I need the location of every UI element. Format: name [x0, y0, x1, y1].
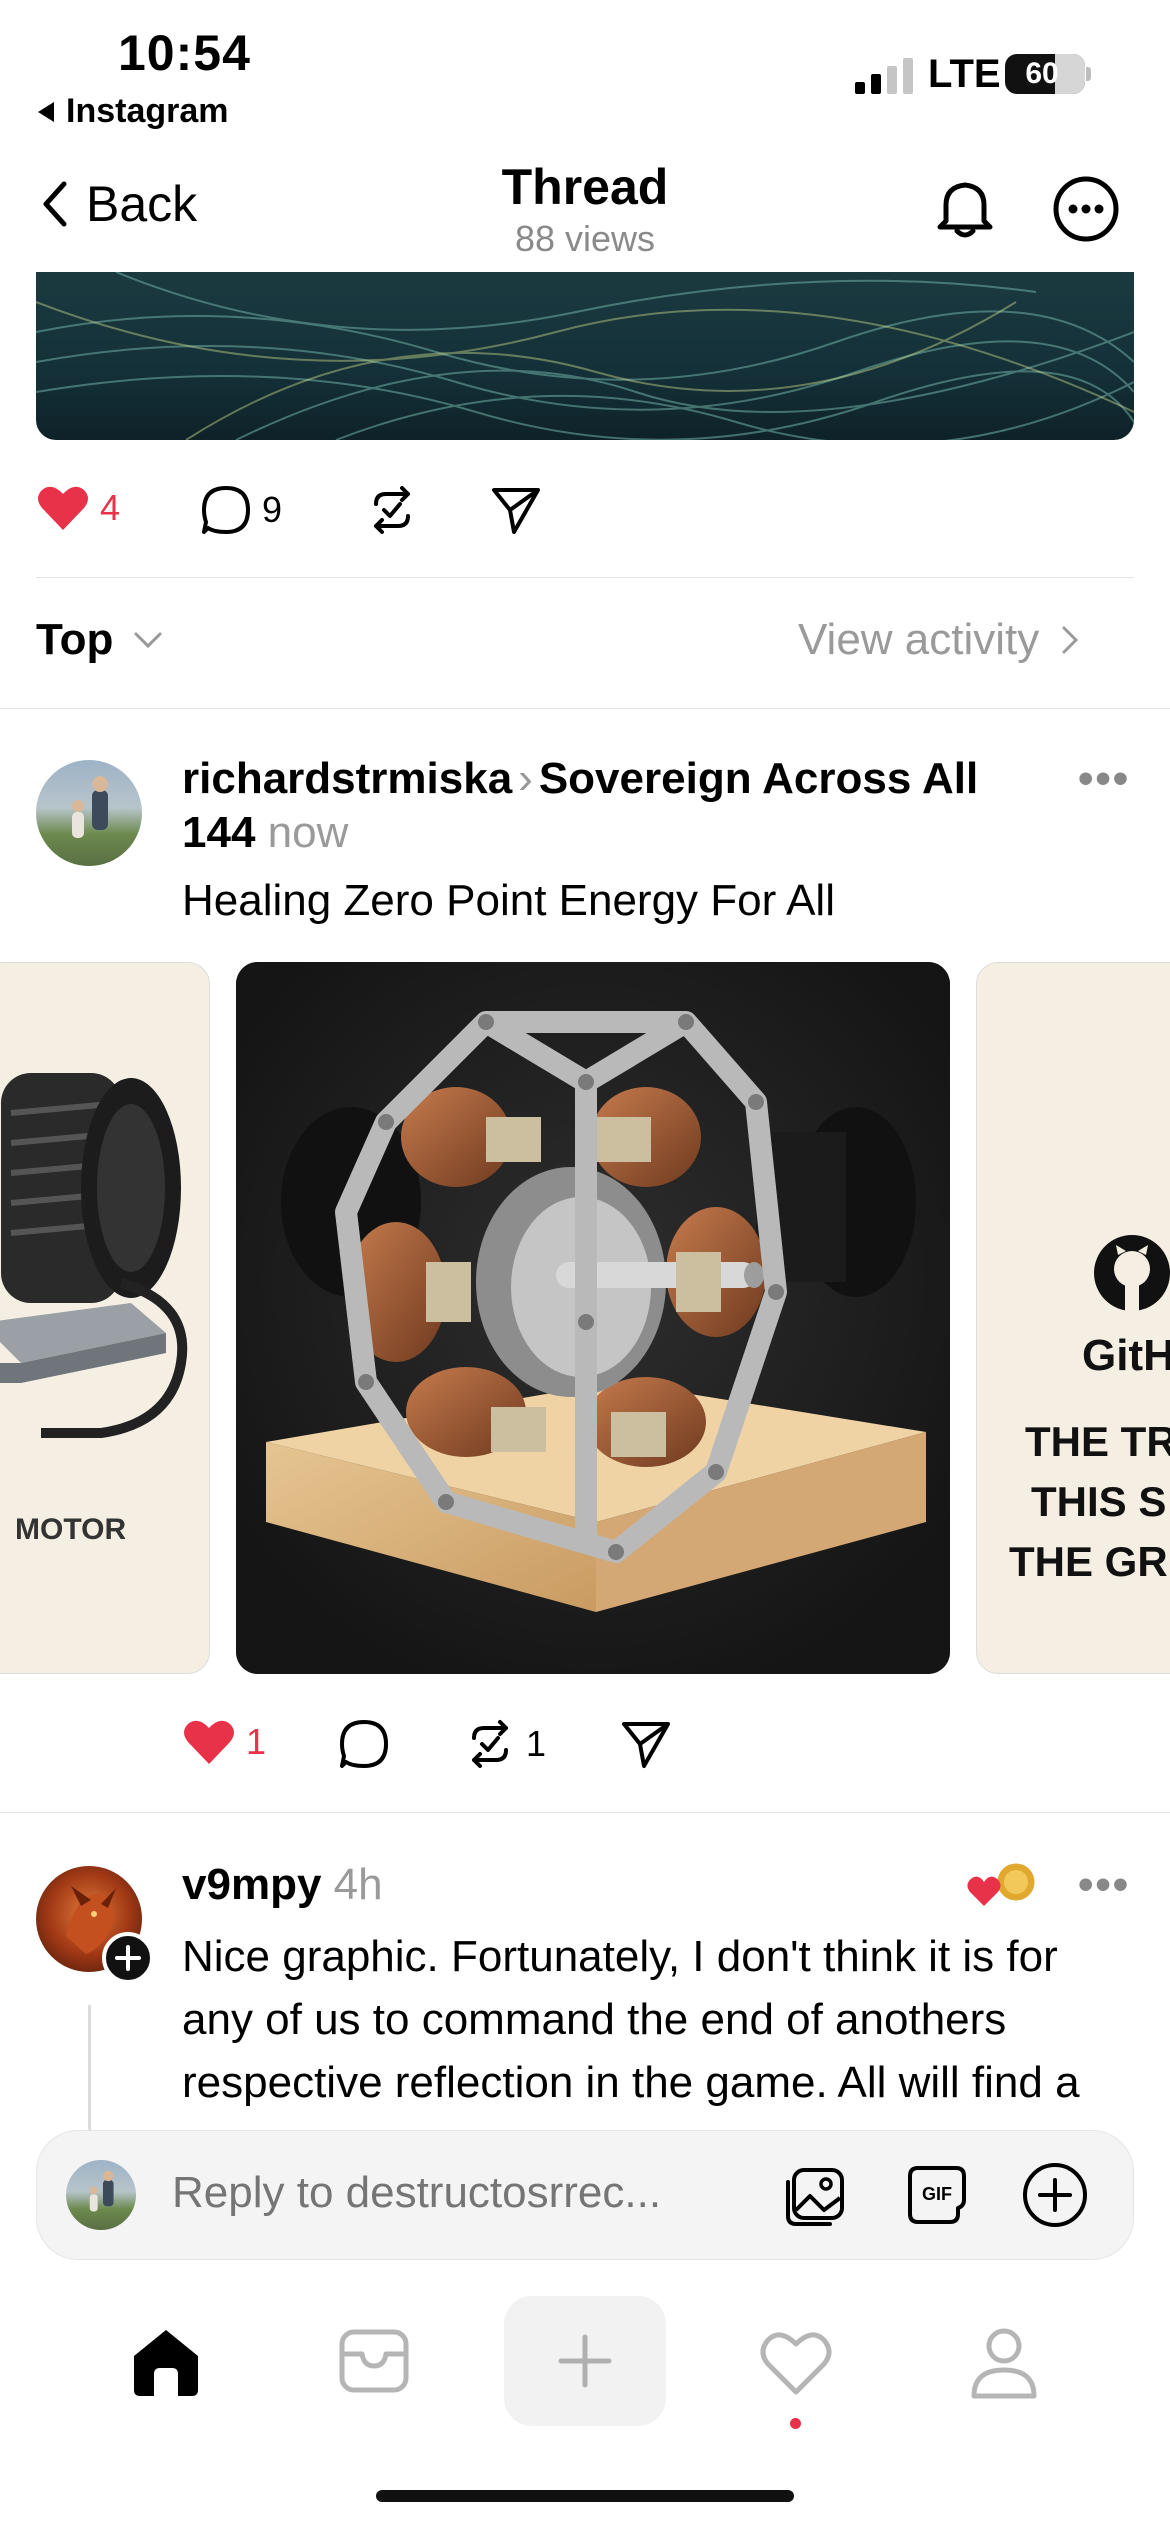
- page-title: Thread: [501, 159, 669, 215]
- post-author-name[interactable]: richardstrmiska: [182, 754, 512, 803]
- heart-coin-reaction-icon: [967, 1860, 1038, 1906]
- chevron-down-icon: [134, 632, 162, 649]
- battery-tip: [1086, 67, 1091, 81]
- network-type: LTE: [928, 52, 1001, 96]
- carousel-card-motor[interactable]: MOTOR: [0, 962, 210, 1674]
- card-line-2: THIS S: [1031, 1478, 1167, 1525]
- github-brand-text: GitH: [1082, 1331, 1170, 1380]
- avatar-photo: [72, 776, 108, 838]
- sort-dropdown[interactable]: Top: [36, 615, 163, 665]
- svg-text:GIF: GIF: [922, 2184, 952, 2204]
- like-button[interactable]: 4: [36, 484, 120, 532]
- post-like-button[interactable]: 1: [182, 1718, 266, 1766]
- comment-icon[interactable]: [338, 1718, 390, 1770]
- carousel-card-github[interactable]: GitH THE TR THIS S THE GR: [976, 962, 1170, 1674]
- like-count: 4: [100, 487, 121, 528]
- add-circle-icon[interactable]: [1020, 2160, 1090, 2230]
- reaction-badges: [966, 1860, 1042, 1910]
- post-repost-count: 1: [526, 1723, 547, 1764]
- battery-indicator: 60: [1005, 54, 1085, 94]
- divider: [36, 577, 1134, 578]
- reply-author-name[interactable]: v9mpy: [182, 1860, 321, 1909]
- share-send-icon[interactable]: [620, 1718, 672, 1770]
- post-more-icon[interactable]: •••: [1078, 754, 1130, 804]
- reply-more-icon[interactable]: •••: [1078, 1860, 1130, 1910]
- activity-notification-dot: [790, 2418, 801, 2429]
- reply-input[interactable]: [172, 2168, 732, 2218]
- github-logo-icon: [1094, 1235, 1170, 1313]
- view-activity-link[interactable]: View activity: [798, 615, 1079, 665]
- plus-icon: [558, 2334, 612, 2388]
- repost-icon[interactable]: [366, 484, 418, 536]
- chevron-right-icon: ›: [518, 754, 533, 803]
- comment-button[interactable]: 9: [200, 484, 282, 536]
- back-label: Back: [86, 176, 198, 232]
- back-to-app-link[interactable]: Instagram: [36, 92, 229, 131]
- views-count: 88 views: [514, 218, 656, 259]
- post-header: richardstrmiska › Sovereign Across All 144…: [182, 752, 1042, 860]
- battery-level: 60: [1025, 57, 1059, 90]
- share-send-icon[interactable]: [490, 484, 542, 536]
- view-activity-label: View activity: [798, 615, 1040, 664]
- post-repost-button[interactable]: 1: [464, 1718, 546, 1770]
- cellular-signal-icon: [855, 58, 913, 94]
- back-app-label: Instagram: [66, 92, 229, 130]
- sort-label: Top: [36, 615, 114, 664]
- activity-heart-icon[interactable]: [758, 2328, 834, 2398]
- profile-icon[interactable]: [968, 2326, 1040, 2400]
- motor-label: MOTOR: [15, 1513, 127, 1546]
- avatar-photo: [89, 2170, 114, 2212]
- repost-icon: [472, 1720, 508, 1768]
- generator-image: [236, 962, 950, 1674]
- status-time: 10:54: [118, 25, 251, 81]
- photo-gallery-icon[interactable]: [782, 2160, 852, 2230]
- card-line-1: THE TR: [1025, 1418, 1170, 1465]
- back-triangle-icon: [38, 101, 54, 122]
- reply-text: Nice graphic. Fortunately, I don't think…: [182, 1932, 1080, 2107]
- wave-pattern-image: [36, 272, 1134, 440]
- follow-plus-icon[interactable]: [102, 1932, 154, 1984]
- card-line-3: THE GR: [1009, 1538, 1168, 1585]
- composer-avatar: [66, 2160, 136, 2230]
- more-options-icon[interactable]: [1052, 175, 1120, 243]
- heart-filled-icon: [184, 1720, 234, 1764]
- divider: [0, 1812, 1170, 1813]
- bell-icon[interactable]: [932, 175, 998, 241]
- carousel-card-generator[interactable]: [236, 962, 950, 1674]
- avatar[interactable]: [36, 760, 142, 866]
- heart-filled-icon: [38, 486, 88, 530]
- gif-icon[interactable]: GIF: [902, 2160, 972, 2230]
- post-text: Healing Zero Point Energy For All: [182, 876, 835, 925]
- post-time: now: [267, 808, 349, 857]
- comment-count: 9: [262, 489, 283, 530]
- home-indicator[interactable]: [376, 2490, 794, 2502]
- comment-icon: [202, 486, 250, 534]
- divider: [0, 708, 1170, 709]
- thread-connector-line: [88, 2005, 91, 2135]
- reply-time: 4h: [333, 1860, 383, 1909]
- chevron-right-icon: [1062, 626, 1079, 654]
- thread-image[interactable]: [36, 272, 1134, 440]
- home-icon[interactable]: [128, 2326, 204, 2398]
- motor-illustration: [0, 1073, 188, 1438]
- chevron-left-icon: [43, 181, 67, 227]
- inbox-icon[interactable]: [338, 2328, 410, 2394]
- reply-header: v9mpy 4h: [182, 1860, 383, 1910]
- post-like-count: 1: [246, 1721, 267, 1762]
- new-thread-button[interactable]: [504, 2296, 666, 2426]
- back-button[interactable]: Back: [40, 175, 197, 233]
